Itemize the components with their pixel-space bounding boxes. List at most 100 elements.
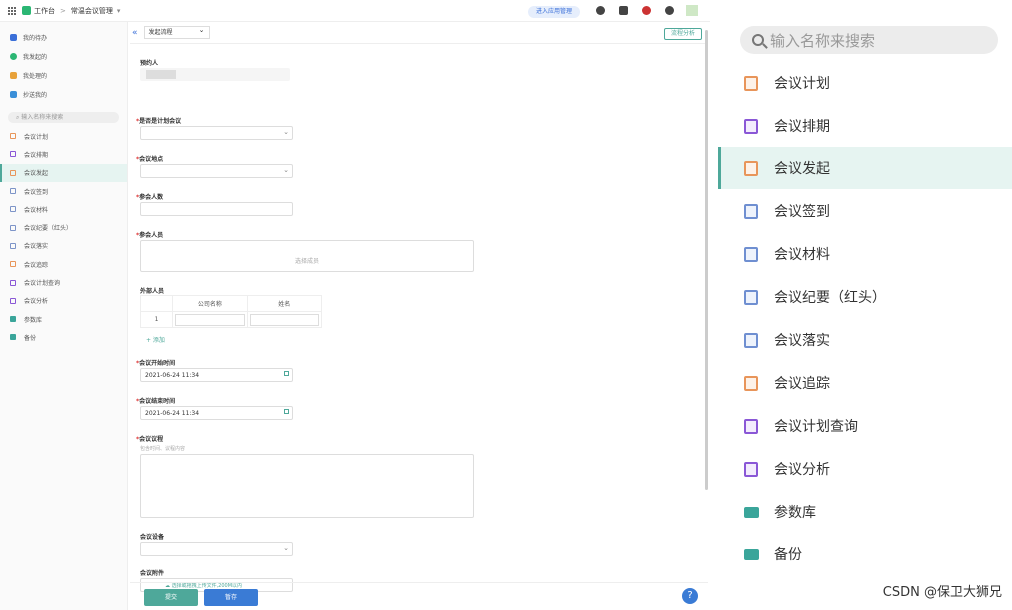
sidebar-item-meeting-materials[interactable]: 会议材料 [0,200,127,218]
sidebar-item-label: 我发起的 [23,54,48,61]
save-draft-button[interactable]: 暂存 [204,589,258,606]
sidebar-item-meeting-plan[interactable]: 会议计划 [718,62,1012,104]
start-time-input[interactable]: 2021-06-24 11:34 [140,368,293,382]
breadcrumb-separator: > [60,6,66,15]
sidebar-item-meeting-implement[interactable]: 会议落实 [718,319,1012,361]
document-icon [744,75,758,91]
initiator-field [140,68,290,81]
sidebar-item-meeting-schedule[interactable]: 会议排期 [0,145,127,163]
top-bar: 工作台 > 常温会议管理 ▾ 进入应用管理 [0,0,710,22]
sidebar: 我的待办 我发起的 我处理的 抄送我的 ⌕ 输入名称来搜索 会议计划 会议排期 … [0,22,128,610]
sidebar-item-label: 会议排期 [24,151,49,159]
breadcrumb-workspace[interactable]: 工作台 [34,6,55,16]
equipment-select[interactable]: ⌄ [140,542,293,556]
sidebar-item-label: 抄送我的 [23,92,48,99]
help-icon[interactable]: ? [682,588,698,604]
sidebar-item-backup[interactable]: 备份 [0,328,127,346]
search-icon [752,34,764,46]
avatar[interactable] [686,5,698,16]
external-label: 外部人员 [140,288,165,295]
company-cell-input[interactable] [172,311,248,328]
sidebar-item-meeting-analysis[interactable]: 会议分析 [718,448,1012,490]
name-cell-input[interactable] [246,311,323,328]
row-index: 1 [139,311,174,328]
apps-grid-icon[interactable] [8,6,16,15]
sidebar-item-meeting-minutes[interactable]: 会议纪要（红头） [718,276,1012,318]
sidebar-item-parameters[interactable]: 参数库 [718,491,1012,533]
add-external-link[interactable]: + 添加 [146,335,165,344]
document-icon [10,206,16,213]
sidebar-item-meeting-signin[interactable]: 会议签到 [718,190,1012,232]
clipboard-icon [744,375,758,391]
sidebar-item-meeting-analysis[interactable]: 会议分析 [0,292,127,310]
document-icon [10,133,16,140]
breadcrumb-app[interactable]: 常温会议管理 [71,6,113,16]
agenda-label: *会议议程 [136,436,164,443]
document-icon [10,188,16,195]
compass-icon[interactable] [596,6,605,15]
notification-icon[interactable] [642,6,651,15]
avatar [146,70,176,79]
help-circle-icon[interactable] [665,6,674,15]
sidebar-item-label: 会议计划查询 [24,280,61,288]
sidebar-search-input[interactable]: ⌕ 输入名称来搜索 [8,112,119,123]
sidebar-item-my-initiated[interactable]: 我发起的 [0,47,127,66]
sidebar-item-meeting-plan-query[interactable]: 会议计划查询 [718,405,1012,447]
chevron-down-icon[interactable]: ▾ [117,7,121,15]
sidebar-item-label: 会议分析 [24,298,49,306]
sidebar-item-my-todo[interactable]: 我的待办 [0,28,127,47]
document-icon [744,246,758,262]
column-header: 姓名 [246,295,323,312]
sidebar-item-meeting-plan-query[interactable]: 会议计划查询 [0,273,127,291]
document-icon [10,224,16,231]
file-icon[interactable] [619,6,628,15]
sidebar-item-label: 会议发起 [24,170,49,178]
agenda-textarea[interactable] [140,454,474,518]
sidebar-item-meeting-tracking[interactable]: 会议追踪 [0,255,127,273]
enter-app-management-button[interactable]: 进入应用管理 [528,6,581,18]
initiator-label: 预约人 [140,60,159,67]
calendar-icon [284,371,289,376]
clipboard-icon [10,169,16,176]
location-select[interactable]: ⌄ [140,164,293,178]
attendees-picker[interactable]: 选择成员 [140,240,474,272]
sidebar-item-backup[interactable]: 备份 [718,533,1012,575]
sidebar-item-meeting-tracking[interactable]: 会议追踪 [718,362,1012,404]
clipboard-icon [10,261,16,268]
sidebar-item-label: 我处理的 [23,73,48,80]
sidebar-item-meeting-plan[interactable]: 会议计划 [0,127,127,145]
folder-icon [744,506,759,518]
sidebar-item-parameters[interactable]: 参数库 [0,310,127,328]
process-select[interactable]: 发起流程 [143,25,210,39]
chevron-down-icon: ⌄ [283,166,289,174]
sidebar-item-label: 会议材料 [24,206,49,214]
form-footer: 提交 暂存 ? [130,582,708,610]
sidebar-item-my-handled[interactable]: 我处理的 [0,66,127,85]
sidebar-item-label: 会议落实 [24,243,49,251]
sidebar-item-meeting-initiate[interactable]: 会议发起 [0,163,127,182]
submit-button[interactable]: 提交 [144,589,198,606]
sidebar-item-meeting-implement[interactable]: 会议落实 [0,237,127,255]
sidebar-item-label: 会议追踪 [24,261,49,269]
sidebar-item-meeting-schedule[interactable]: 会议排期 [718,105,1012,147]
end-time-input[interactable]: 2021-06-24 11:34 [140,406,293,420]
collapse-icon[interactable]: « [132,28,138,38]
send-icon [10,53,17,60]
attendee-count-input[interactable] [140,202,293,216]
sidebar-item-meeting-signin[interactable]: 会议签到 [0,182,127,200]
plan-meeting-select[interactable]: ⌄ [140,126,293,140]
search-input[interactable]: 输入名称来搜索 [740,26,998,54]
sidebar-item-label: 备份 [24,334,37,342]
scrollbar[interactable] [705,30,708,490]
workspace-icon [22,6,31,15]
sidebar-item-meeting-materials[interactable]: 会议材料 [718,233,1012,275]
sidebar-item-meeting-initiate[interactable]: 会议发起 [718,147,1012,189]
start-time-label: *会议开始时间 [136,360,176,367]
sidebar-item-meeting-minutes[interactable]: 会议纪要（红头） [0,218,127,236]
chevron-down-icon: ⌄ [283,128,289,136]
sidebar-item-cc-me[interactable]: 抄送我的 [0,85,127,104]
document-icon [744,289,758,305]
zoomed-sidebar-panel: 输入名称来搜索 会议计划 会议排期 会议发起 会议签到 会议材料 会议纪要（红头… [718,0,1012,610]
process-analysis-button[interactable]: 流程分析 [663,28,702,40]
folder-icon [10,316,16,323]
